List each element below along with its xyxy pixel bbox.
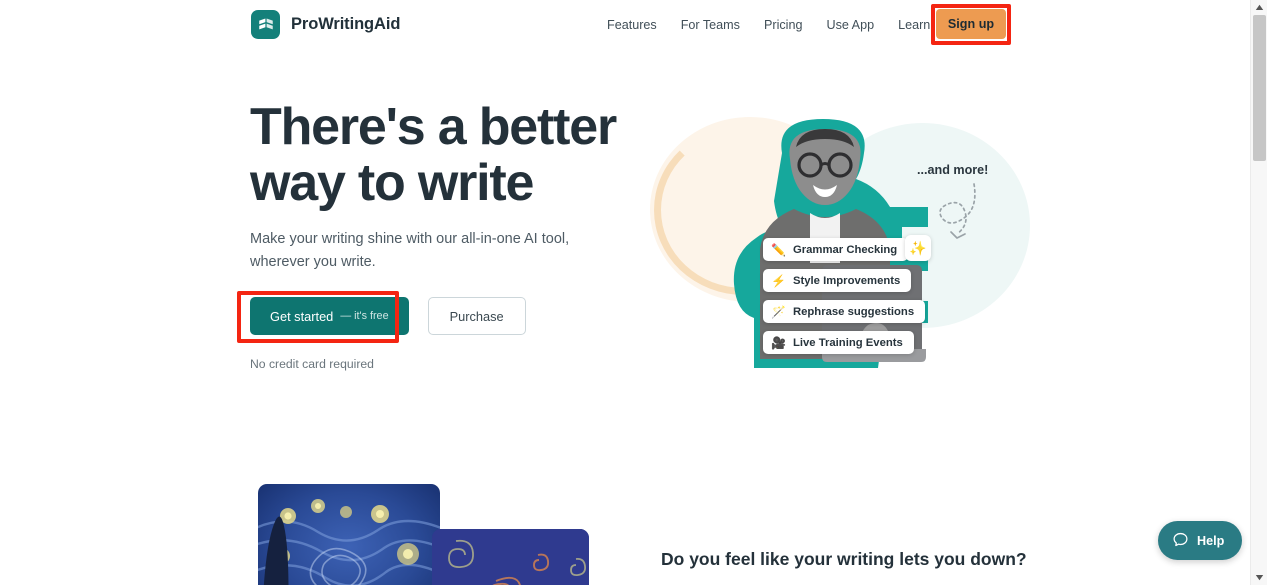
- feature-pill-label: Style Improvements: [792, 274, 901, 287]
- nav-item-features[interactable]: Features: [595, 12, 669, 38]
- signup-button[interactable]: Sign up: [936, 9, 1006, 39]
- starry-night-artwork: [258, 484, 440, 585]
- no-credit-card-note: No credit card required: [250, 357, 374, 371]
- get-started-label: Get started: [270, 308, 334, 324]
- site-header: ProWritingAid Features For Teams Pricing…: [0, 0, 1250, 50]
- feature-pill-grammar-checking: ✏️ Grammar Checking: [763, 238, 909, 261]
- open-book-icon: [251, 10, 280, 39]
- scrollbar-down-arrow-icon[interactable]: [1251, 570, 1267, 585]
- person-with-laptop-photo: ✏️ Grammar Checking ⚡ Style Improvements…: [718, 113, 928, 368]
- chat-bubble-icon: [1172, 531, 1189, 551]
- vertical-scrollbar[interactable]: [1250, 0, 1267, 585]
- signup-button-container: Sign up: [931, 4, 1011, 44]
- feature-pill-label: Live Training Events: [792, 336, 903, 349]
- feature-pill-style-improvements: ⚡ Style Improvements: [763, 269, 912, 292]
- sparkles-icon: ✨: [905, 235, 931, 261]
- feature-pill-live-training-events: 🎥 Live Training Events: [763, 331, 914, 354]
- brand-logo[interactable]: ProWritingAid: [251, 10, 400, 39]
- feature-pill-label: Grammar Checking: [792, 243, 898, 256]
- feature-pill-list: ✏️ Grammar Checking ⚡ Style Improvements…: [763, 238, 926, 354]
- and-more-label: ...and more!: [917, 163, 989, 177]
- get-started-button[interactable]: Get started — it's free: [250, 297, 409, 335]
- feature-pill-label: Rephrase suggestions: [792, 305, 915, 318]
- lightning-icon: ⚡: [771, 273, 786, 288]
- browser-page: ProWritingAid Features For Teams Pricing…: [0, 0, 1267, 585]
- help-widget-label: Help: [1197, 533, 1225, 548]
- blue-doodle-artwork: [432, 529, 589, 585]
- nav-item-for-teams[interactable]: For Teams: [669, 12, 752, 38]
- purchase-button[interactable]: Purchase: [427, 297, 526, 335]
- nav-item-use-app[interactable]: Use App: [814, 12, 886, 38]
- feature-pill-rephrase-suggestions: 🪄 Rephrase suggestions: [763, 300, 926, 323]
- get-started-suffix: — it's free: [340, 310, 389, 322]
- nav-item-pricing[interactable]: Pricing: [752, 12, 815, 38]
- section-question-heading: Do you feel like your writing lets you d…: [661, 549, 1027, 569]
- help-widget-button[interactable]: Help: [1158, 521, 1243, 560]
- pencil-icon: ✏️: [771, 242, 786, 257]
- magic-wand-icon: 🪄: [771, 304, 786, 319]
- hero-subtitle: Make your writing shine with our all-in-…: [250, 231, 570, 270]
- brand-name: ProWritingAid: [291, 15, 401, 33]
- scrollbar-thumb[interactable]: [1253, 15, 1266, 161]
- hero-title: There's a better way to write: [250, 98, 617, 212]
- movie-camera-icon: 🎥: [771, 335, 786, 350]
- page-viewport: ProWritingAid Features For Teams Pricing…: [0, 0, 1250, 585]
- hero-illustration: ✏️ Grammar Checking ⚡ Style Improvements…: [640, 95, 1040, 370]
- scrollbar-up-arrow-icon[interactable]: [1251, 0, 1267, 15]
- hero-cta-row: Get started — it's free Purchase: [250, 297, 526, 335]
